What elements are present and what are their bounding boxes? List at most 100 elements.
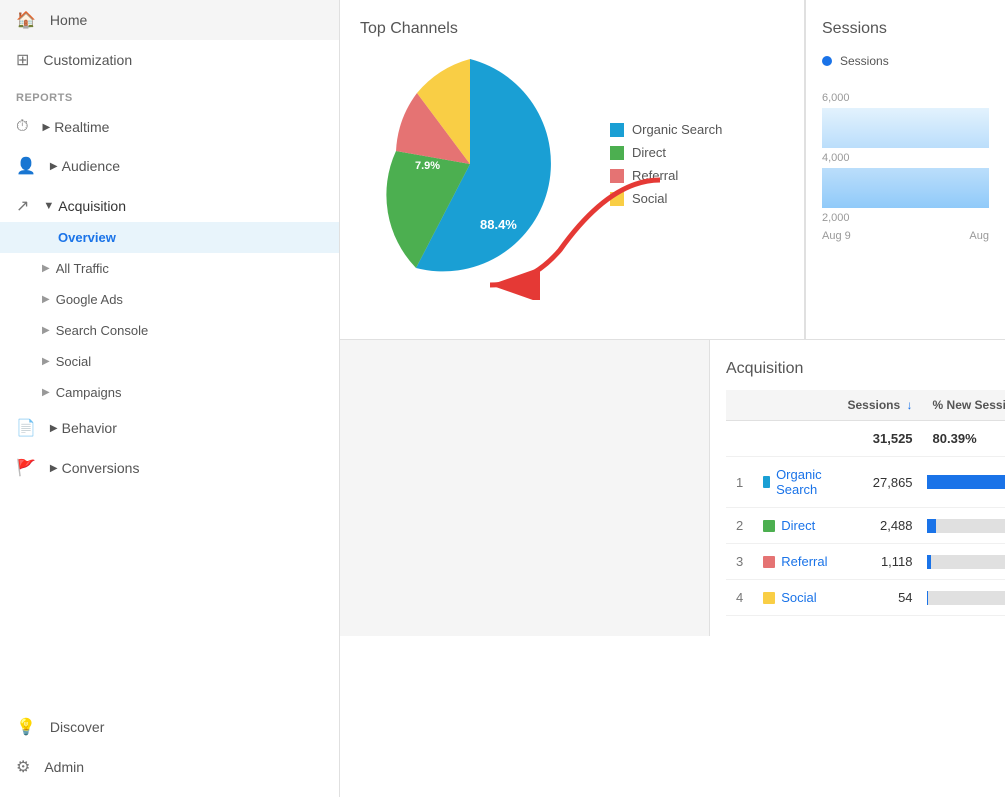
chart-area-top: [822, 108, 989, 148]
overview-label: Overview: [58, 230, 116, 245]
channel-link-direct[interactable]: Direct: [763, 518, 827, 533]
x-label-aug: Aug: [969, 230, 989, 242]
sidebar-item-audience[interactable]: 👤 ▶ Audience: [0, 146, 339, 186]
chart-legend: Organic Search Direct Referral Social: [610, 122, 722, 206]
bar-bg-1: [927, 475, 1005, 489]
channel-dot-direct: [763, 520, 775, 532]
channel-3: Referral: [753, 544, 837, 580]
pct-new-col-label: % New Sessions: [933, 398, 1005, 412]
legend-direct: Direct: [610, 145, 722, 160]
sessions-4: 54: [837, 580, 922, 616]
sidebar-item-social[interactable]: ▶ Social: [0, 346, 339, 377]
table-row: 1 Organic Search 27,865: [726, 457, 1005, 508]
sidebar-audience-label: Audience: [62, 158, 120, 174]
legend-color-direct: [610, 146, 624, 160]
channel-dot-organic: [763, 476, 770, 488]
home-icon: 🏠: [16, 10, 36, 30]
x-label-aug9: Aug 9: [822, 230, 851, 242]
main-content: Top Channels: [340, 0, 1005, 797]
sessions-legend: Sessions: [822, 54, 989, 68]
sidebar-behavior-label: Behavior: [62, 420, 117, 436]
sidebar-item-all-traffic[interactable]: ▶ All Traffic: [0, 253, 339, 284]
legend-color-social: [610, 192, 624, 206]
sidebar-item-overview[interactable]: Overview: [0, 222, 339, 253]
sidebar-item-conversions[interactable]: 🚩 ▶ Conversions: [0, 448, 339, 488]
acquisition-icon: ↗: [16, 196, 29, 216]
sidebar-item-customization[interactable]: ⊞ Customization: [0, 40, 339, 80]
chart-area-mid: [822, 168, 989, 208]
sessions-title: Sessions: [822, 20, 989, 38]
sidebar-home-label: Home: [50, 12, 87, 28]
pie-label-main: 88.4%: [480, 217, 517, 232]
acquisition-table: Sessions ↓ % New Sessions ⊤ New Users ⊤: [726, 390, 1005, 616]
sidebar-item-acquisition[interactable]: ↗ ▼ Acquisition: [0, 186, 339, 222]
table-header: Sessions ↓ % New Sessions ⊤ New Users ⊤: [726, 390, 1005, 421]
sidebar-item-behavior[interactable]: 📄 ▶ Behavior: [0, 408, 339, 448]
discover-icon: 💡: [16, 717, 36, 737]
channel-2: Direct: [753, 508, 837, 544]
legend-organic: Organic Search: [610, 122, 722, 137]
channel-dot-referral: [763, 556, 775, 568]
behavior-icon: 📄: [16, 418, 36, 438]
top-section: Top Channels: [340, 0, 1005, 340]
search-console-arrow: ▶: [42, 325, 50, 336]
legend-color-referral: [610, 169, 624, 183]
acquisition-table-container: Acquisition Sessions ↓ % New Sessions: [710, 340, 1005, 636]
table-row: 4 Social 54: [726, 580, 1005, 616]
admin-icon: ⚙: [16, 757, 30, 777]
sidebar-item-discover[interactable]: 💡 Discover: [0, 707, 339, 747]
th-rank: [726, 390, 753, 421]
sessions-dot: [822, 56, 832, 66]
sidebar-item-google-ads[interactable]: ▶ Google Ads: [0, 284, 339, 315]
legend-color-organic: [610, 123, 624, 137]
reports-label: REPORTS: [0, 80, 339, 108]
conversions-arrow: ▶: [50, 463, 58, 474]
social-label: Social: [56, 354, 91, 369]
channel-link-organic[interactable]: Organic Search: [763, 467, 827, 497]
pie-svg: 88.4% 7.9%: [360, 54, 580, 274]
sessions-2: 2,488: [837, 508, 922, 544]
bar-bg-3: [927, 555, 1005, 569]
bar-fill-1: [927, 475, 1005, 489]
legend-label-organic: Organic Search: [632, 122, 722, 137]
sidebar-item-admin[interactable]: ⚙ Admin: [0, 747, 339, 787]
sessions-col-label: Sessions: [847, 398, 900, 412]
chart-area: 88.4% 7.9% Organic Search Direct: [360, 54, 784, 274]
sidebar-item-realtime[interactable]: ⏱ ▶ Realtime: [0, 108, 339, 146]
sidebar: 🏠 Home ⊞ Customization REPORTS ⏱ ▶ Realt…: [0, 0, 340, 797]
audience-icon: 👤: [16, 156, 36, 176]
table-row: 3 Referral 1,118: [726, 544, 1005, 580]
legend-label-direct: Direct: [632, 145, 666, 160]
channel-name-social: Social: [781, 590, 816, 605]
top-channels-title: Top Channels: [360, 20, 784, 38]
sidebar-acquisition-label: Acquisition: [58, 198, 126, 214]
bottom-left-empty: [340, 340, 710, 636]
google-ads-label: Google Ads: [56, 292, 123, 307]
sidebar-item-campaigns[interactable]: ▶ Campaigns: [0, 377, 339, 408]
total-sessions: 31,525: [837, 421, 922, 457]
bar-fill-4: [927, 591, 928, 605]
th-channel: [753, 390, 837, 421]
behavior-arrow: ▶: [50, 423, 58, 434]
top-channels-panel: Top Channels: [340, 0, 805, 339]
bar-bg-2: [927, 519, 1005, 533]
channel-link-referral[interactable]: Referral: [763, 554, 827, 569]
bottom-section: Acquisition Sessions ↓ % New Sessions: [340, 340, 1005, 797]
sidebar-item-search-console[interactable]: ▶ Search Console: [0, 315, 339, 346]
sessions-3: 1,118: [837, 544, 922, 580]
sidebar-admin-label: Admin: [44, 759, 84, 775]
sidebar-discover-label: Discover: [50, 719, 104, 735]
rank-3: 3: [726, 544, 753, 580]
realtime-icon: ⏱: [16, 118, 28, 136]
rank-2: 2: [726, 508, 753, 544]
search-console-label: Search Console: [56, 323, 149, 338]
legend-referral: Referral: [610, 168, 722, 183]
customization-icon: ⊞: [16, 50, 29, 70]
channel-link-social[interactable]: Social: [763, 590, 827, 605]
bar-fill-3: [927, 555, 932, 569]
sidebar-bottom: 💡 Discover ⚙ Admin: [0, 707, 339, 787]
google-ads-arrow: ▶: [42, 294, 50, 305]
all-traffic-label: All Traffic: [56, 261, 109, 276]
channel-name-organic: Organic Search: [776, 467, 827, 497]
sidebar-item-home[interactable]: 🏠 Home: [0, 0, 339, 40]
